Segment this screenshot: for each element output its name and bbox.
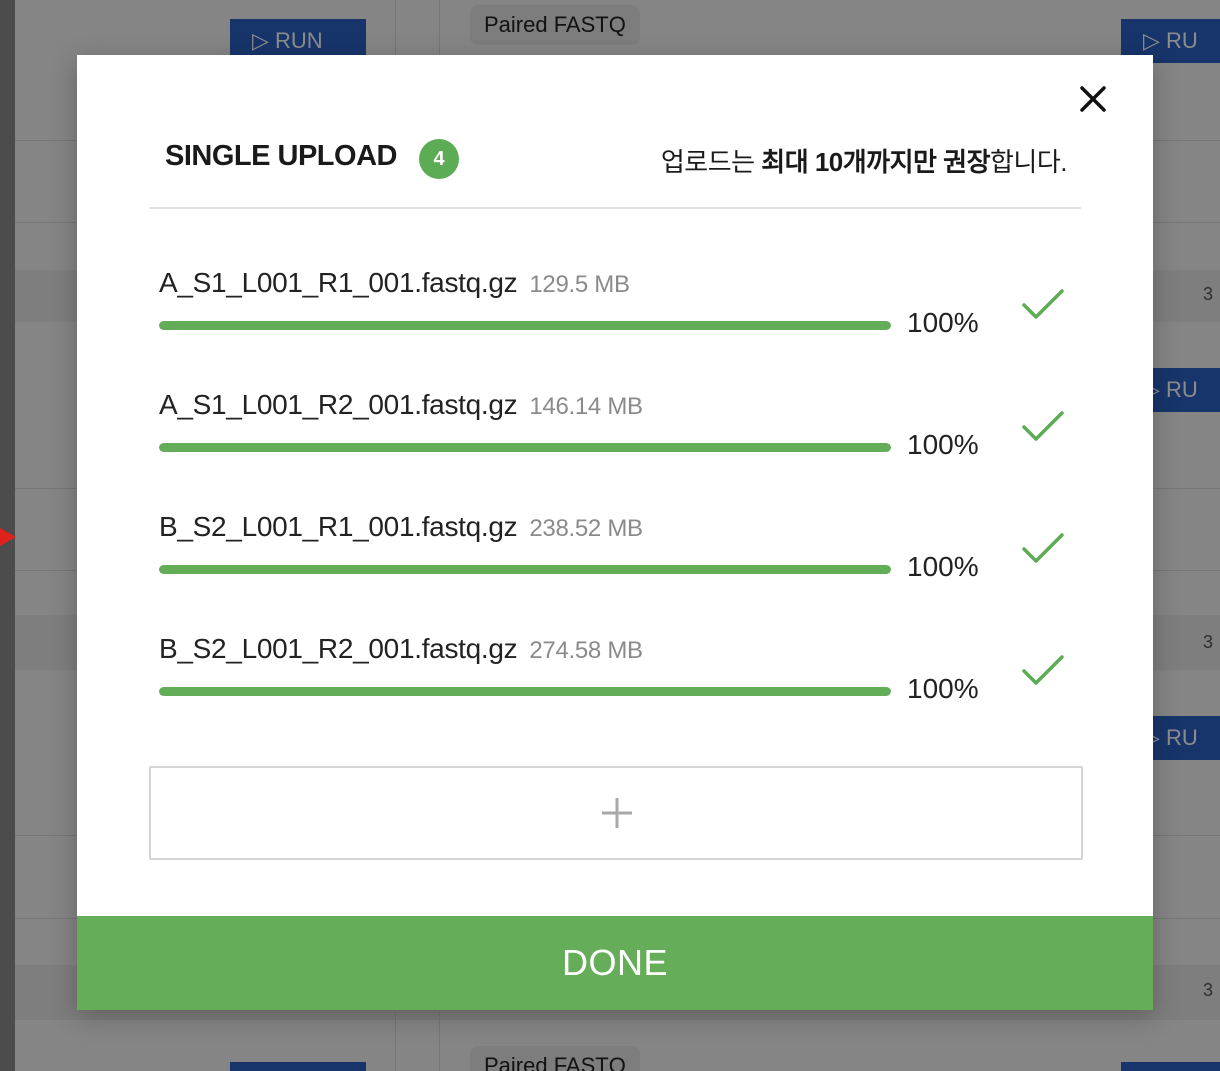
progress-fill — [159, 565, 891, 574]
file-count-badge: 4 — [419, 139, 459, 179]
plus-icon — [602, 798, 632, 828]
upload-file-list: A_S1_L001_R1_001.fastq.gz 129.5 MB 100% A… — [159, 255, 1089, 743]
progress-fill — [159, 687, 891, 696]
progress-percent: 100% — [907, 429, 979, 460]
file-name: A_S1_L001_R1_001.fastq.gz 129.5 MB — [159, 267, 630, 299]
file-size: 146.14 MB — [529, 393, 643, 420]
progress-percent: 100% — [907, 673, 979, 704]
check-icon — [1022, 655, 1064, 685]
check-icon — [1022, 411, 1064, 441]
close-icon — [1080, 86, 1106, 112]
file-item: B_S2_L001_R1_001.fastq.gz 238.52 MB 100% — [159, 499, 1089, 621]
file-name: B_S2_L001_R1_001.fastq.gz 238.52 MB — [159, 511, 643, 543]
progress-bar — [159, 443, 891, 452]
notice-text: 합니다. — [990, 147, 1067, 177]
file-name-text: A_S1_L001_R1_001.fastq.gz — [159, 267, 518, 298]
done-button[interactable]: DONE — [77, 916, 1153, 1010]
modal-header: SINGLE UPLOAD 4 업로드는 최대 10개까지만 권장합니다. — [149, 127, 1081, 209]
progress-bar — [159, 687, 891, 696]
progress-bar — [159, 565, 891, 574]
file-name-text: B_S2_L001_R1_001.fastq.gz — [159, 511, 518, 542]
red-arrow-pointer — [0, 528, 16, 546]
check-icon — [1022, 533, 1064, 563]
file-item: A_S1_L001_R1_001.fastq.gz 129.5 MB 100% — [159, 255, 1089, 377]
check-icon — [1022, 289, 1064, 319]
progress-bar — [159, 321, 891, 330]
progress-percent: 100% — [907, 307, 979, 338]
add-file-button[interactable] — [149, 766, 1083, 860]
file-size: 238.52 MB — [529, 515, 643, 542]
progress-fill — [159, 321, 891, 330]
notice-bold-text: 최대 10개까지만 권장 — [761, 147, 991, 177]
close-button[interactable] — [1075, 81, 1111, 117]
file-name: B_S2_L001_R2_001.fastq.gz 274.58 MB — [159, 633, 643, 665]
file-name: A_S1_L001_R2_001.fastq.gz 146.14 MB — [159, 389, 643, 421]
file-name-text: B_S2_L001_R2_001.fastq.gz — [159, 633, 518, 664]
progress-percent: 100% — [907, 551, 979, 582]
upload-modal: SINGLE UPLOAD 4 업로드는 최대 10개까지만 권장합니다. A_… — [77, 55, 1153, 1010]
file-item: B_S2_L001_R2_001.fastq.gz 274.58 MB 100% — [159, 621, 1089, 743]
file-size: 129.5 MB — [529, 271, 630, 298]
file-name-text: A_S1_L001_R2_001.fastq.gz — [159, 389, 518, 420]
notice-text: 업로드는 — [660, 147, 762, 177]
file-size: 274.58 MB — [529, 637, 643, 664]
modal-title: SINGLE UPLOAD — [165, 140, 397, 172]
file-item: A_S1_L001_R2_001.fastq.gz 146.14 MB 100% — [159, 377, 1089, 499]
upload-limit-notice: 업로드는 최대 10개까지만 권장합니다. — [660, 142, 1068, 179]
progress-fill — [159, 443, 891, 452]
